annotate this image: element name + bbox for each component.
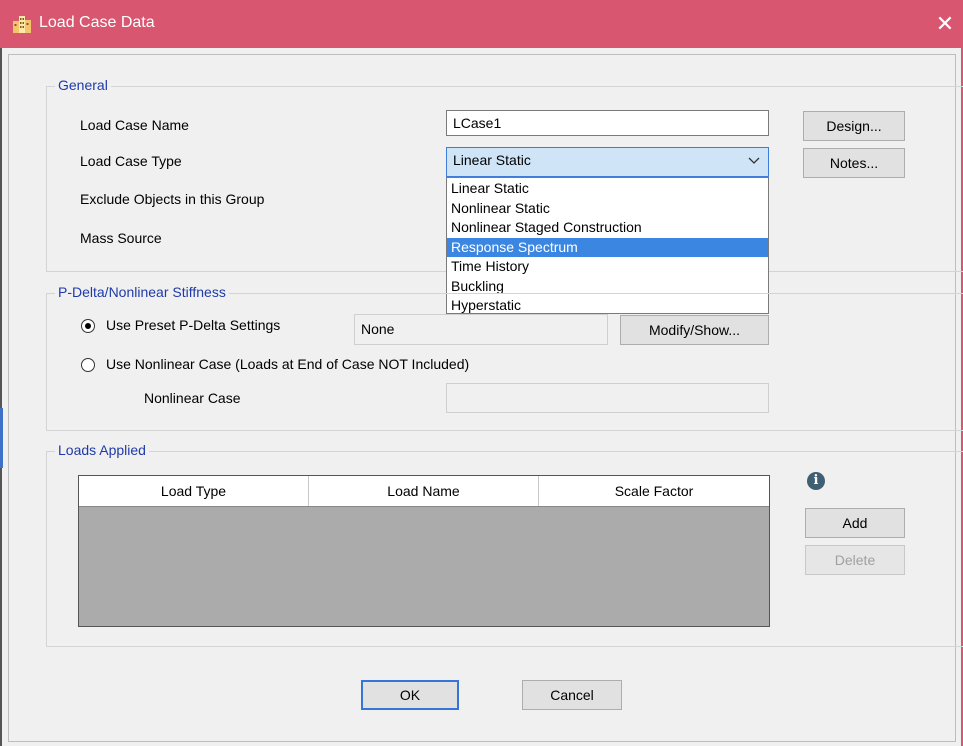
exclude-objects-label: Exclude Objects in this Group <box>80 191 265 207</box>
window-title: Load Case Data <box>39 14 155 31</box>
title-bar: Load Case Data ✕ <box>0 0 963 48</box>
option-time-history[interactable]: Time History <box>447 257 768 277</box>
chevron-down-icon[interactable] <box>748 151 760 172</box>
design-button[interactable]: Design... <box>803 111 905 141</box>
delete-button[interactable]: Delete <box>805 545 905 575</box>
info-icon[interactable]: i <box>807 472 825 490</box>
window-border-left <box>0 48 2 746</box>
loads-table[interactable]: Load Type Load Name Scale Factor <box>78 475 770 627</box>
pdelta-legend: P-Delta/Nonlinear Stiffness <box>55 284 229 300</box>
modify-show-button[interactable]: Modify/Show... <box>620 315 769 345</box>
option-nonlinear-staged-construction[interactable]: Nonlinear Staged Construction <box>447 218 768 238</box>
mass-source-label: Mass Source <box>80 230 162 246</box>
building-icon <box>13 16 31 33</box>
col-load-type[interactable]: Load Type <box>79 476 309 506</box>
col-scale-factor[interactable]: Scale Factor <box>539 476 769 506</box>
preset-pdelta-value: None <box>354 314 608 345</box>
nonlinear-case-field <box>446 383 769 413</box>
close-icon[interactable]: ✕ <box>927 0 963 48</box>
load-case-type-label: Load Case Type <box>80 153 182 169</box>
window-border-accent <box>0 408 3 468</box>
load-case-type-value: Linear Static <box>453 152 531 168</box>
add-button[interactable]: Add <box>805 508 905 538</box>
ok-button[interactable]: OK <box>361 680 459 710</box>
loads-table-header: Load Type Load Name Scale Factor <box>79 476 769 507</box>
option-response-spectrum[interactable]: Response Spectrum <box>447 237 768 257</box>
nonlinear-case-radio[interactable] <box>81 358 95 372</box>
nonlinear-case-option-label: Use Nonlinear Case (Loads at End of Case… <box>106 356 470 372</box>
load-case-name-label: Load Case Name <box>80 117 189 133</box>
col-load-name[interactable]: Load Name <box>309 476 539 506</box>
option-nonlinear-static[interactable]: Nonlinear Static <box>447 199 768 219</box>
preset-pdelta-radio[interactable] <box>81 319 95 333</box>
cancel-button[interactable]: Cancel <box>522 680 622 710</box>
load-case-name-input[interactable]: LCase1 <box>446 110 769 136</box>
loads-legend: Loads Applied <box>55 442 149 458</box>
notes-button[interactable]: Notes... <box>803 148 905 178</box>
option-linear-static[interactable]: Linear Static <box>447 179 768 199</box>
preset-pdelta-label: Use Preset P-Delta Settings <box>106 317 281 333</box>
nonlinear-case-label: Nonlinear Case <box>144 390 241 406</box>
load-case-type-select[interactable]: Linear Static <box>446 147 769 177</box>
general-legend: General <box>55 77 111 93</box>
